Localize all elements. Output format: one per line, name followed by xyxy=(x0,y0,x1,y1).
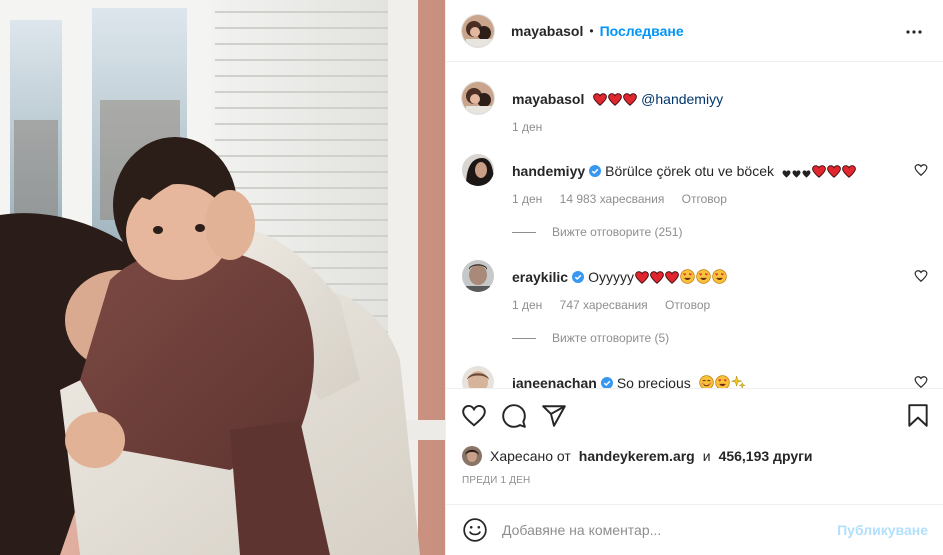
comment-row: eraykilic Oyyyyy 1 ден 747 харесвания Отг… xyxy=(462,260,928,320)
comment-username[interactable]: janeenachan xyxy=(512,375,597,388)
comment-emojis xyxy=(634,269,727,285)
liker-avatar[interactable] xyxy=(462,446,482,466)
comment-body: Oyyyyy xyxy=(588,269,634,285)
comment-meta: 1 ден 14 983 харесвания Отговор xyxy=(512,192,741,206)
author-avatar[interactable] xyxy=(462,14,494,47)
separator-dot: • xyxy=(589,23,594,38)
reply-button[interactable]: Отговор xyxy=(665,298,710,312)
comment-body: So precious xyxy=(616,375,691,388)
comment-username[interactable]: eraykilic xyxy=(512,269,568,285)
caption-meta: 1 ден xyxy=(512,120,556,134)
posted-time[interactable]: ПРЕДИ 1 ДЕН xyxy=(462,475,530,486)
caption-username[interactable]: mayabasol xyxy=(512,91,584,107)
red-heart-icon xyxy=(608,93,623,106)
likes-conj: и xyxy=(702,448,711,464)
sparkles-icon xyxy=(730,375,746,388)
heart-eyes-icon xyxy=(714,375,730,388)
heart-outline-icon[interactable] xyxy=(461,403,487,429)
comment-row: janeenachan So precious xyxy=(462,366,928,388)
black-heart-icon xyxy=(802,170,811,178)
comment-input[interactable] xyxy=(502,522,838,538)
likes-count[interactable]: 456,193 други xyxy=(719,448,813,464)
verified-badge-icon xyxy=(600,377,613,388)
likes-prefix: Харесано от xyxy=(490,448,571,464)
view-replies-button[interactable]: Вижте отговорите (251) xyxy=(512,225,682,239)
caption-row: mayabasol @handemiyy 1 ден xyxy=(462,82,928,142)
caption-avatar[interactable] xyxy=(462,82,494,114)
comment-emojis xyxy=(695,375,746,388)
like-comment-icon[interactable] xyxy=(914,375,928,388)
verified-badge-icon xyxy=(572,271,585,283)
red-heart-icon xyxy=(635,271,649,284)
black-heart-icon xyxy=(782,170,791,178)
view-replies-label: Вижте отговорите (5) xyxy=(552,331,670,345)
red-heart-icon xyxy=(665,271,679,284)
view-replies-label: Вижте отговорите (251) xyxy=(552,225,683,239)
red-heart-icon xyxy=(650,271,664,284)
likes-summary: Харесано от handeykerem.arg и 456,193 др… xyxy=(462,445,813,467)
caption-text: mayabasol @handemiyy xyxy=(512,90,912,108)
comment-avatar[interactable] xyxy=(462,366,494,388)
likes-user[interactable]: handeykerem.arg xyxy=(579,448,695,464)
red-heart-icon xyxy=(827,165,841,178)
follow-button[interactable]: Последване xyxy=(600,23,684,39)
post-photo[interactable] xyxy=(0,0,445,555)
comment-avatar[interactable] xyxy=(462,260,494,292)
reply-button[interactable]: Отговор xyxy=(682,192,727,206)
caption-mention[interactable]: @handemiyy xyxy=(641,91,723,107)
replies-divider xyxy=(512,231,536,233)
author-username[interactable]: mayabasol xyxy=(511,23,583,39)
comment-emojis xyxy=(778,163,856,179)
caption-emojis xyxy=(592,91,641,107)
comment-username[interactable]: handemiyy xyxy=(512,163,585,179)
comments-list[interactable]: mayabasol @handemiyy 1 ден handemiyy Börü… xyxy=(446,63,943,388)
comment-icon[interactable] xyxy=(501,403,527,429)
smiling-face-icon xyxy=(698,375,714,388)
comment-time[interactable]: 1 ден xyxy=(512,192,542,206)
comment-text: handemiyy Börülce çörek otu ve böcek xyxy=(512,162,912,180)
caption-time[interactable]: 1 ден xyxy=(512,120,542,134)
add-comment-bar: Публикуване xyxy=(446,504,943,555)
black-heart-icon xyxy=(792,170,801,178)
like-comment-icon[interactable] xyxy=(914,269,928,283)
red-heart-icon xyxy=(812,165,826,178)
comment-row: handemiyy Börülce çörek otu ve böcek 1 де… xyxy=(462,154,928,214)
heart-eyes-icon xyxy=(680,269,695,284)
comment-avatar[interactable] xyxy=(462,154,494,186)
comment-text: janeenachan So precious xyxy=(512,374,912,388)
post-details-panel: mayabasol • Последване mayabasol @handem… xyxy=(445,0,943,555)
comment-likes[interactable]: 747 харесвания xyxy=(560,298,648,312)
comment-text: eraykilic Oyyyyy xyxy=(512,268,912,286)
red-heart-icon xyxy=(623,93,638,106)
comment-body: Börülce çörek otu ve böcek xyxy=(605,163,775,179)
view-replies-button[interactable]: Вижте отговорите (5) xyxy=(512,331,669,345)
comment-likes[interactable]: 14 983 харесвания xyxy=(560,192,665,206)
like-comment-icon[interactable] xyxy=(914,163,928,177)
action-bar xyxy=(446,388,943,442)
red-heart-icon xyxy=(593,93,608,106)
comment-time[interactable]: 1 ден xyxy=(512,298,542,312)
heart-eyes-icon xyxy=(696,269,711,284)
bookmark-icon[interactable] xyxy=(905,403,931,429)
post-image xyxy=(0,0,445,555)
smiley-icon[interactable] xyxy=(462,517,488,543)
red-heart-icon xyxy=(842,165,856,178)
more-options-icon[interactable] xyxy=(904,22,924,42)
comment-meta: 1 ден 747 харесвания Отговор xyxy=(512,298,724,312)
paper-plane-icon[interactable] xyxy=(541,403,567,429)
heart-eyes-icon xyxy=(712,269,727,284)
replies-divider xyxy=(512,337,536,339)
post-button[interactable]: Публикуване xyxy=(837,522,928,538)
verified-badge-icon xyxy=(589,165,602,177)
post-header: mayabasol • Последване xyxy=(446,0,943,62)
